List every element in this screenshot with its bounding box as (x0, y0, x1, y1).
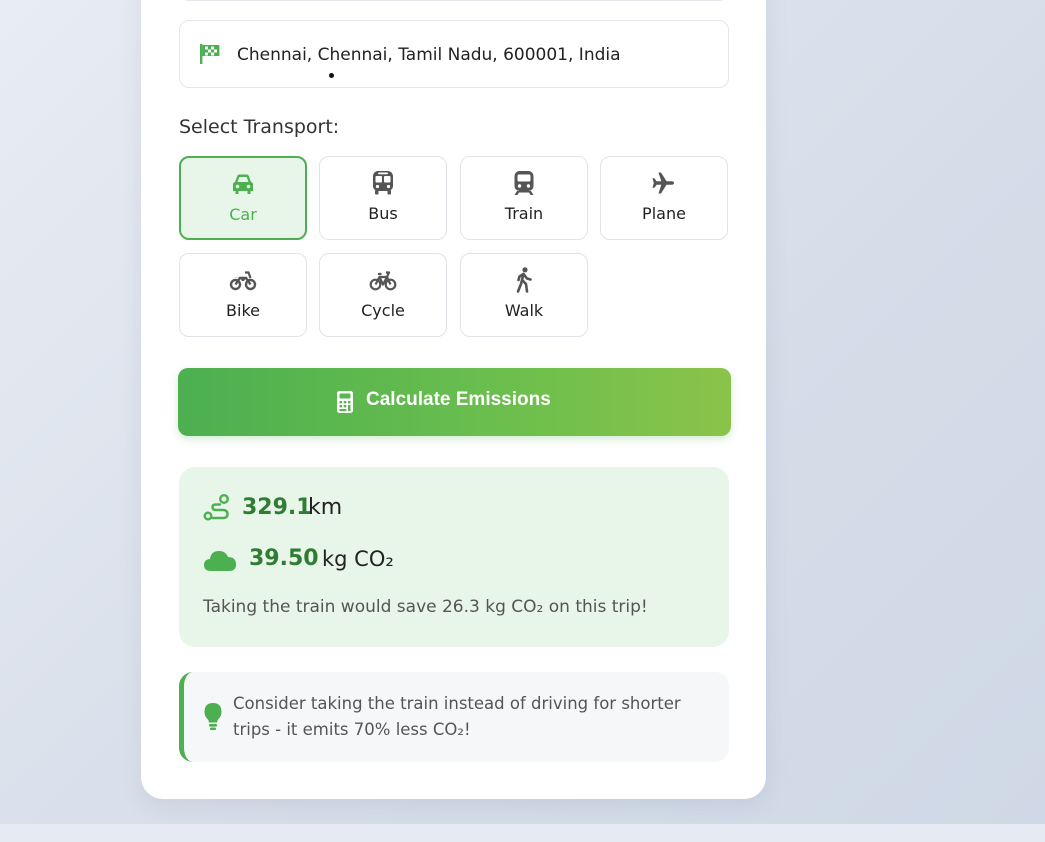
calculate-emissions-button[interactable]: Calculate Emissions (178, 368, 731, 436)
distance-value: 329.1 (242, 495, 312, 520)
transport-option-train[interactable]: Train (460, 156, 588, 240)
transport-option-label: Bus (368, 204, 398, 223)
cloud-icon (204, 551, 236, 571)
train-icon (514, 171, 534, 195)
transport-option-cycle[interactable]: Cycle (319, 253, 447, 337)
bicycle-icon (369, 271, 397, 291)
transport-option-label: Train (504, 204, 544, 223)
page-footer-strip (0, 824, 1045, 842)
walking-icon (516, 267, 532, 293)
transport-option-car[interactable]: Car (179, 156, 307, 240)
eco-tip-text: Consider taking the train instead of dri… (233, 694, 681, 739)
calculator-icon (337, 391, 353, 413)
co2-unit: kg CO₂ (322, 547, 394, 571)
emission-result-panel: 329.1 km 39.50 kg CO₂ Taking the train w… (179, 467, 729, 647)
transport-option-label: Walk (504, 301, 544, 320)
transport-option-label: Plane (642, 204, 686, 223)
transport-option-label: Car (229, 205, 257, 224)
calculate-emissions-label: Calculate Emissions (366, 389, 551, 410)
transport-option-bus[interactable]: Bus (319, 156, 447, 240)
destination-field[interactable] (179, 20, 729, 88)
distance-unit: km (308, 495, 343, 520)
train-saving-message: Taking the train would save 26.3 kg CO₂ … (203, 597, 648, 617)
mouse-cursor (329, 73, 334, 78)
flag-checkered-icon (200, 44, 220, 64)
transport-option-walk[interactable]: Walk (460, 253, 588, 337)
motorcycle-icon (229, 271, 257, 291)
route-icon (203, 494, 230, 521)
plane-icon (652, 172, 674, 194)
transport-option-label: Cycle (361, 301, 405, 320)
origin-field[interactable] (179, 0, 729, 1)
bus-icon (373, 171, 393, 195)
transport-option-label: Bike (226, 301, 260, 320)
eco-tip-box: Consider taking the train instead of dri… (179, 672, 729, 762)
select-transport-label: Select Transport: (179, 116, 340, 138)
car-icon (233, 174, 253, 194)
transport-option-plane[interactable]: Plane (600, 156, 728, 240)
co2-value: 39.50 (249, 546, 319, 571)
transport-option-bike[interactable]: Bike (179, 253, 307, 337)
destination-input[interactable] (237, 41, 707, 69)
lightbulb-icon (204, 703, 222, 731)
